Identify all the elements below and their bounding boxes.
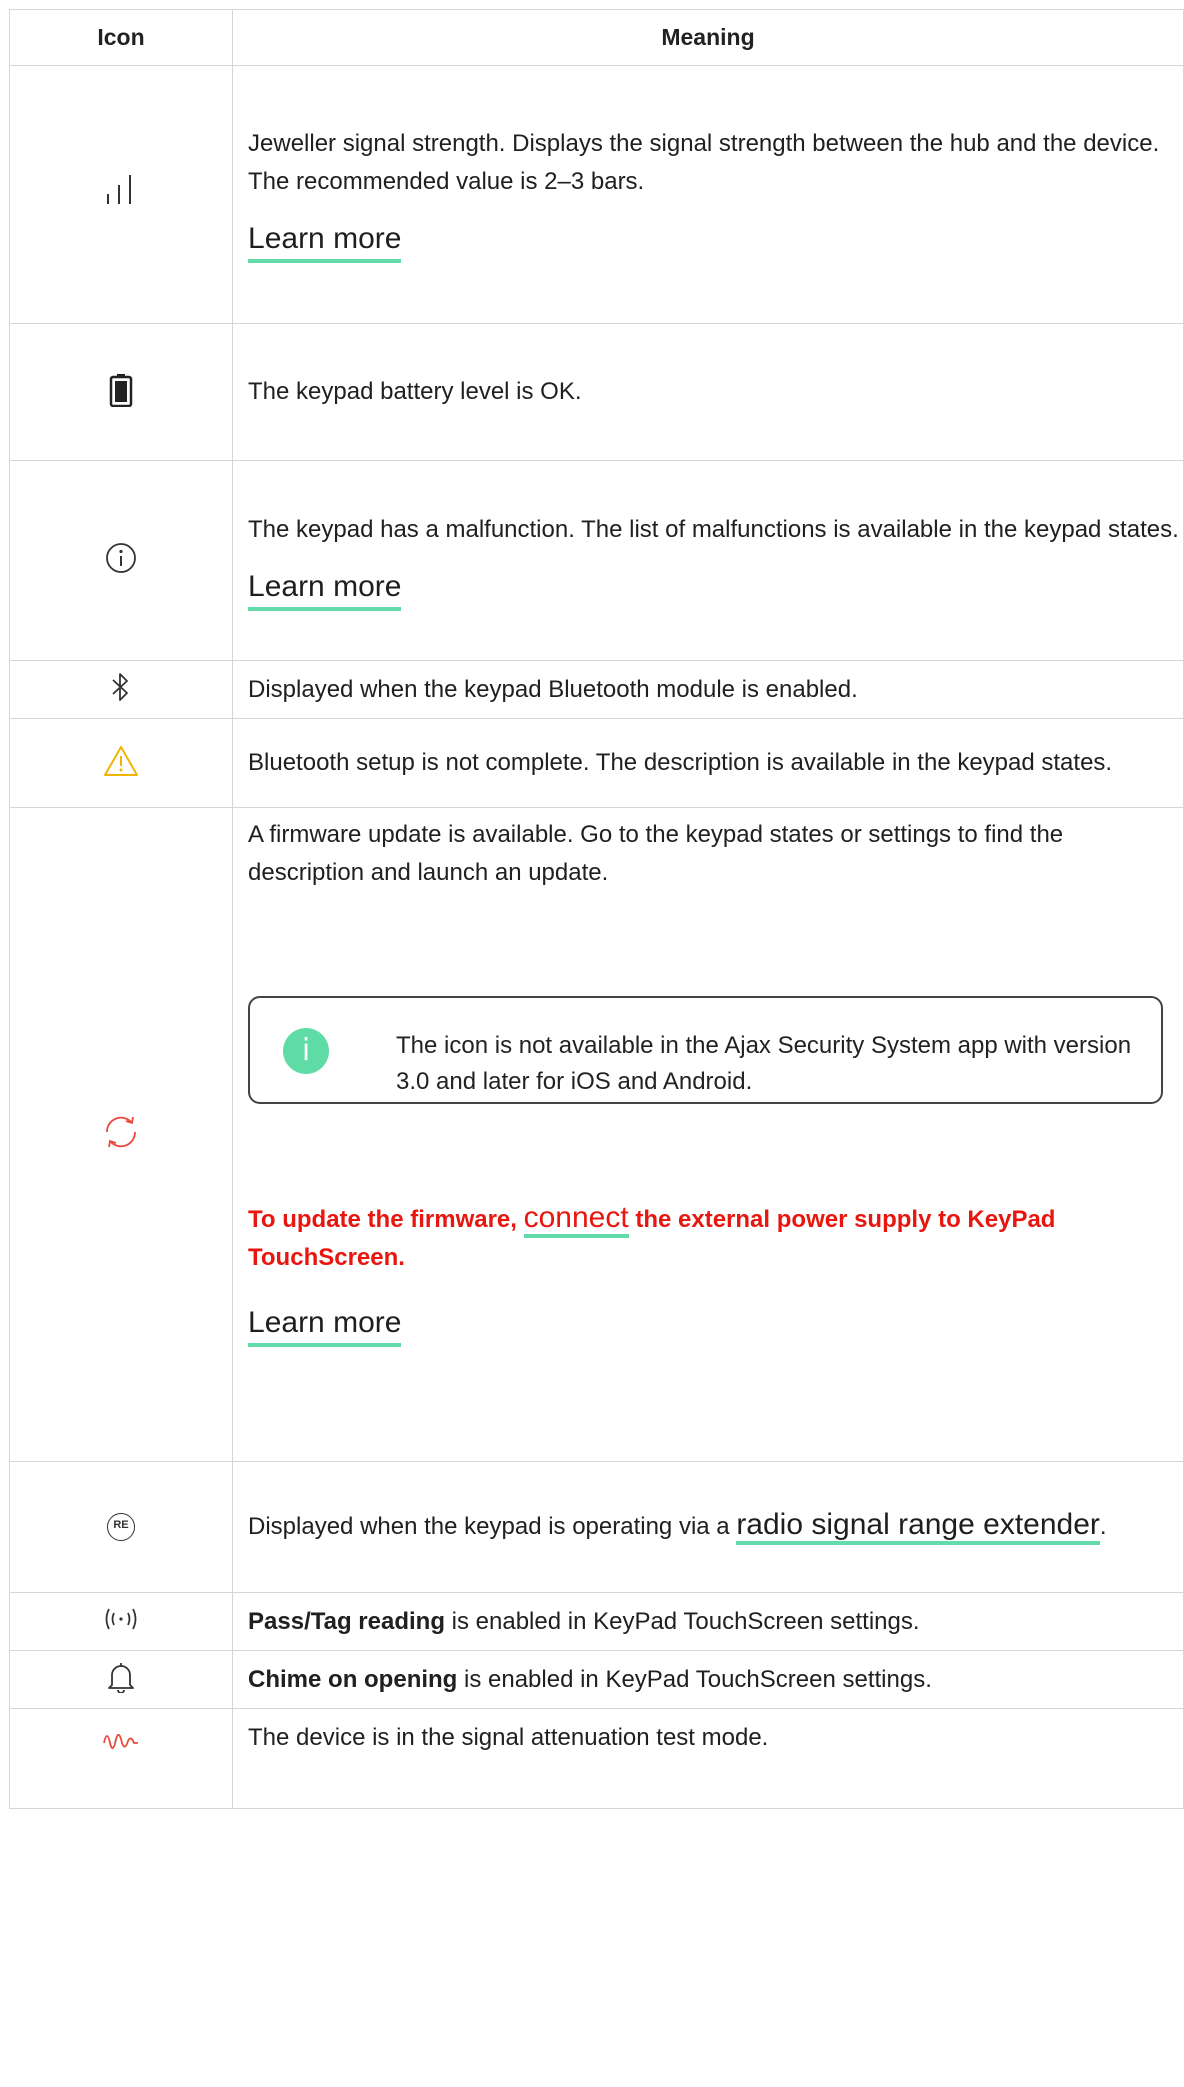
info-circle-icon bbox=[104, 543, 138, 579]
signal-strength-icon bbox=[101, 175, 141, 216]
table-row: A firmware update is available. Go to th… bbox=[8, 807, 1184, 1462]
row-text: The keypad battery level is OK. bbox=[248, 378, 582, 405]
info-badge-icon: i bbox=[283, 1028, 330, 1074]
icon-column-header: Icon bbox=[8, 9, 234, 66]
learn-more-link[interactable]: Learn more bbox=[248, 567, 402, 611]
bell-icon bbox=[107, 1663, 135, 1697]
row-text: Displayed when the keypad Bluetooth modu… bbox=[248, 675, 858, 703]
range-extender-icon: RE bbox=[107, 1513, 135, 1541]
icons-table: Icon Meaning Jeweller signal strength. D… bbox=[8, 9, 1184, 1809]
warning-triangle-icon bbox=[102, 745, 140, 782]
table-row: Jeweller signal strength. Displays the s… bbox=[8, 65, 1184, 324]
row-text: Pass/Tag reading is enabled in KeyPad To… bbox=[248, 1607, 920, 1635]
row-text: Jeweller signal strength. Displays the s… bbox=[248, 129, 1160, 195]
battery-icon bbox=[109, 373, 133, 411]
row-text: The device is in the signal attenuation … bbox=[248, 1724, 769, 1751]
table-row: The keypad has a malfunction. The list o… bbox=[8, 460, 1184, 661]
pass-tag-reading-icon bbox=[101, 1608, 141, 1637]
table-row: Chime on opening is enabled in KeyPad To… bbox=[8, 1650, 1184, 1709]
table-row: RE Displayed when the keypad is operatin… bbox=[8, 1461, 1184, 1593]
note-text: The icon is not available in the Ajax Se… bbox=[396, 1032, 1132, 1095]
attenuation-test-icon bbox=[101, 1733, 141, 1759]
learn-more-link[interactable]: Learn more bbox=[248, 219, 402, 263]
row-text: Bluetooth setup is not complete. The des… bbox=[248, 749, 1113, 776]
table-row: Bluetooth setup is not complete. The des… bbox=[8, 718, 1184, 808]
note-box: i The icon is not available in the Ajax … bbox=[248, 996, 1164, 1104]
table-row: The device is in the signal attenuation … bbox=[8, 1708, 1184, 1809]
meaning-column-header: Meaning bbox=[232, 9, 1184, 66]
row-text: Chime on opening is enabled in KeyPad To… bbox=[248, 1665, 932, 1693]
row-text: Displayed when the keypad is operating v… bbox=[248, 1504, 1183, 1550]
learn-more-link[interactable]: Learn more bbox=[248, 1303, 402, 1347]
table-row: Displayed when the keypad Bluetooth modu… bbox=[8, 660, 1184, 719]
row-text: A firmware update is available. Go to th… bbox=[248, 821, 1064, 886]
bluetooth-icon bbox=[110, 673, 132, 708]
firmware-warning: To update the firmware, connect the exte… bbox=[248, 1201, 1056, 1271]
connect-link[interactable]: connect bbox=[523, 1201, 629, 1238]
firmware-update-icon bbox=[102, 1116, 140, 1155]
table-row: Pass/Tag reading is enabled in KeyPad To… bbox=[8, 1592, 1184, 1651]
row-text: The keypad has a malfunction. The list o… bbox=[248, 515, 1179, 543]
range-extender-link[interactable]: radio signal range extender bbox=[736, 1508, 1100, 1545]
table-header-row: Icon Meaning bbox=[8, 9, 1184, 66]
table-row: The keypad battery level is OK. bbox=[8, 323, 1184, 461]
